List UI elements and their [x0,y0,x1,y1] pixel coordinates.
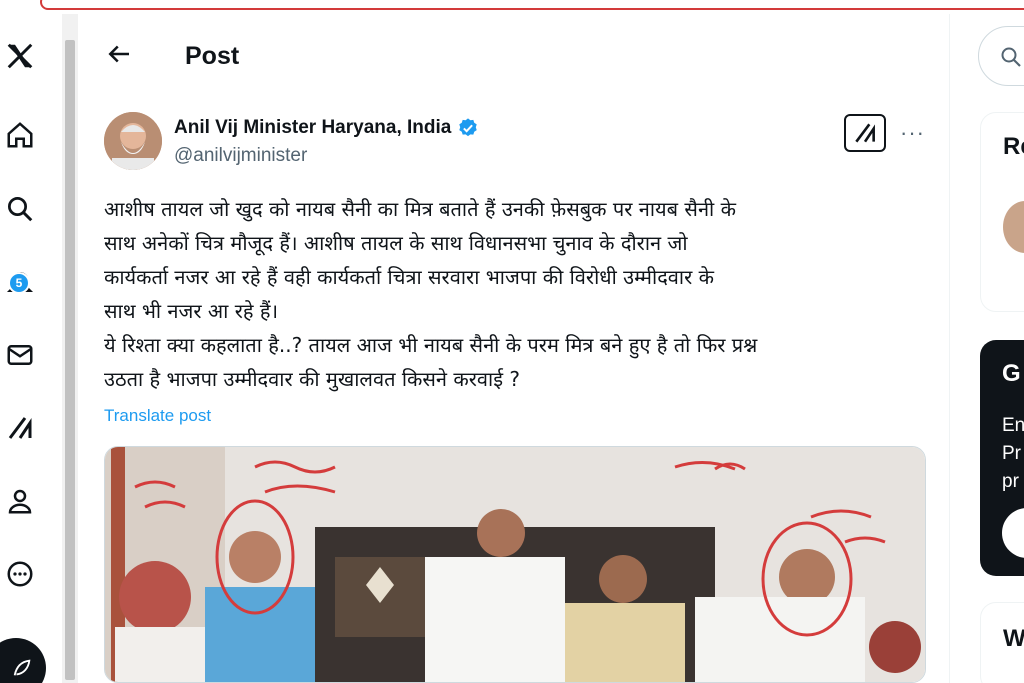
author-name-text[interactable]: Anil Vij Minister Haryana, India [174,117,451,139]
author-handle[interactable]: @anilvijminister [174,145,307,167]
verified-badge-icon [459,118,478,137]
notification-badge: 5 [8,272,30,294]
whats-happening-title: W [1003,625,1024,652]
scrollbar-thumb[interactable] [65,40,75,680]
browser-top-strip [0,0,1024,14]
post-text-line: साथ अनेकों चित्र मौजूद हैं। आशीष तायल के… [104,231,688,255]
main-column: Post Anil Vij Minister Haryana, India @a… [80,14,950,683]
browser-frame [40,0,1024,10]
relevant-people-title: Re [1003,133,1024,160]
page-scrollbar[interactable] [62,14,78,683]
promo-text-line: En [1002,415,1024,436]
grok-icon [855,123,875,143]
right-sidebar: Re G En Pr pr W [950,14,1024,683]
profile-icon[interactable] [0,481,40,521]
search-icon [1001,47,1021,67]
promo-card: G En Pr pr [980,340,1024,576]
author-avatar[interactable] [104,112,162,170]
search-icon[interactable] [0,189,40,229]
author-name[interactable]: Anil Vij Minister Haryana, India [174,117,479,139]
left-nav: 5 [0,14,62,683]
post-more-options-button[interactable]: ··· [900,120,925,146]
feather-icon [13,659,31,676]
more-options-icon[interactable] [0,554,40,594]
grok-explain-button[interactable] [844,114,886,152]
promo-button[interactable] [1002,508,1024,558]
relevant-person-avatar[interactable] [1003,201,1024,253]
grok-icon[interactable] [0,408,40,448]
home-icon[interactable] [0,115,40,155]
page-title: Post [185,42,240,70]
x-logo-icon[interactable] [0,36,40,76]
promo-text-line: Pr [1002,443,1021,464]
whats-happening-card: W [980,602,1024,683]
post-image[interactable] [104,446,926,683]
compose-post-button[interactable] [0,638,46,683]
search-input[interactable] [978,26,1024,86]
photo-of-people-on-sofa [105,447,925,682]
promo-text: En Pr pr [1002,412,1024,496]
translate-post-link[interactable]: Translate post [104,406,211,426]
messages-icon[interactable] [0,335,40,375]
promo-title: G [1002,360,1021,387]
relevant-people-card: Re [980,112,1024,312]
post-text-line: उठता है भाजपा उम्मीदवार की मुखालवत किसने… [104,367,520,391]
post-text-line: ये रिश्ता क्या कहलाता है..? तायल आज भी न… [104,333,758,357]
post-header: Post [80,14,950,74]
post-text: आशीष तायल जो खुद को नायब सैनी का मित्र ब… [104,192,934,396]
promo-text-line: pr [1002,471,1019,492]
post-text-line: आशीष तायल जो खुद को नायब सैनी का मित्र ब… [104,197,736,221]
post-text-line: साथ भी नजर आ रहे हैं। [104,299,279,323]
post-text-line: कार्यकर्ता नजर आ रहे हैं वही कार्यकर्ता … [104,265,715,289]
back-arrow-icon[interactable] [104,39,134,69]
